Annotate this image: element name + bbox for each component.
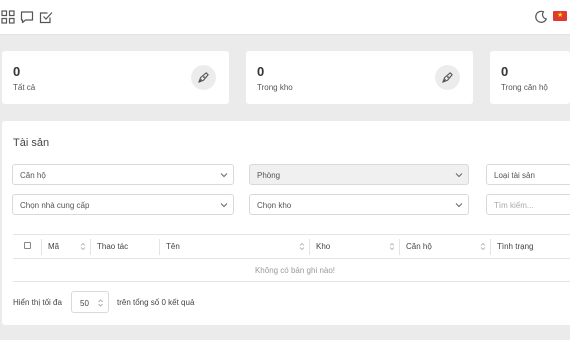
flag-vietnam-icon[interactable]: ★ (553, 11, 567, 21)
warehouse-select[interactable]: Chọn kho (249, 194, 469, 215)
sort-icon (389, 242, 395, 251)
stat-card-in-warehouse: 0 Trong kho (246, 51, 473, 104)
select-all-checkbox[interactable] (24, 242, 31, 249)
stat-label: Trong kho (257, 83, 293, 92)
chevron-down-icon (455, 201, 463, 209)
apartment-select-value: Căn hộ (20, 171, 46, 180)
apartment-select[interactable]: Căn hộ (12, 164, 234, 185)
chat-icon[interactable] (20, 10, 34, 24)
column-divider (490, 239, 491, 255)
column-header-name[interactable]: Tên (166, 235, 309, 258)
column-header-label: Mã (48, 242, 60, 251)
total-results-text: trên tổng số 0 kết quả (117, 298, 195, 307)
column-header-label: Căn hộ (406, 242, 432, 251)
stat-value: 0 (501, 64, 509, 79)
column-header-label: Thao tác (97, 242, 129, 251)
asset-icon (435, 65, 460, 90)
sort-icon (480, 242, 486, 251)
search-input-placeholder: Tìm kiếm... (494, 201, 534, 210)
top-bar: ★ (0, 0, 570, 35)
page-size-label: Hiển thị tối đa (13, 298, 62, 307)
grid-icon[interactable] (1, 10, 15, 24)
column-header-label: Tên (166, 242, 180, 251)
updown-icon (98, 299, 103, 307)
supplier-select[interactable]: Chọn nhà cung cấp (12, 194, 234, 215)
stat-value: 0 (257, 64, 265, 79)
column-divider (159, 239, 160, 255)
moon-icon[interactable] (534, 10, 548, 24)
asset-type-select[interactable]: Loại tài sản (486, 164, 570, 185)
column-divider (399, 239, 400, 255)
stat-label: Trong căn hộ (501, 83, 548, 92)
page-title: Tài sản (13, 137, 50, 149)
column-header-label: Kho (316, 242, 331, 251)
column-header-code[interactable]: Mã (48, 235, 90, 258)
room-select-value: Phòng (257, 171, 281, 180)
column-header-label: Tình trạng (497, 242, 534, 251)
chevron-down-icon (455, 171, 463, 179)
chevron-down-icon (220, 171, 228, 179)
stat-value: 0 (13, 64, 21, 79)
stat-card-in-apartment: 0 Trong căn hộ (490, 51, 570, 104)
table-header: Mã Thao tác Tên Kho Căn hộ Tình trạng (13, 234, 570, 259)
column-header-warehouse[interactable]: Kho (316, 235, 399, 258)
supplier-select-value: Chọn nhà cung cấp (20, 201, 90, 210)
column-divider (309, 239, 310, 255)
column-divider (41, 239, 42, 255)
checkbox-icon[interactable] (39, 10, 53, 24)
room-select[interactable]: Phòng (249, 164, 469, 185)
stat-label: Tất cả (13, 83, 36, 92)
chevron-down-icon (220, 201, 228, 209)
sort-icon (80, 242, 86, 251)
sort-icon (299, 242, 305, 251)
stat-card-all: 0 Tất cả (2, 51, 229, 104)
asset-icon (191, 65, 216, 90)
assets-panel: Tài sản Căn hộ Phòng Loại tài sản Chọn n… (2, 121, 570, 325)
assets-table: Mã Thao tác Tên Kho Căn hộ Tình trạng Kh… (13, 234, 570, 283)
warehouse-select-value: Chọn kho (257, 201, 292, 210)
column-header-status[interactable]: Tình trạng (497, 235, 570, 258)
column-header-apartment[interactable]: Căn hộ (406, 235, 490, 258)
column-divider (90, 239, 91, 255)
empty-message: Không có bản ghi nào! (13, 259, 570, 282)
column-header-actions: Thao tác (97, 235, 159, 258)
page-size-select[interactable]: 50 (71, 291, 109, 313)
search-input[interactable]: Tìm kiếm... (486, 194, 570, 215)
asset-type-select-value: Loại tài sản (494, 171, 535, 180)
page-size-value: 50 (80, 299, 89, 308)
